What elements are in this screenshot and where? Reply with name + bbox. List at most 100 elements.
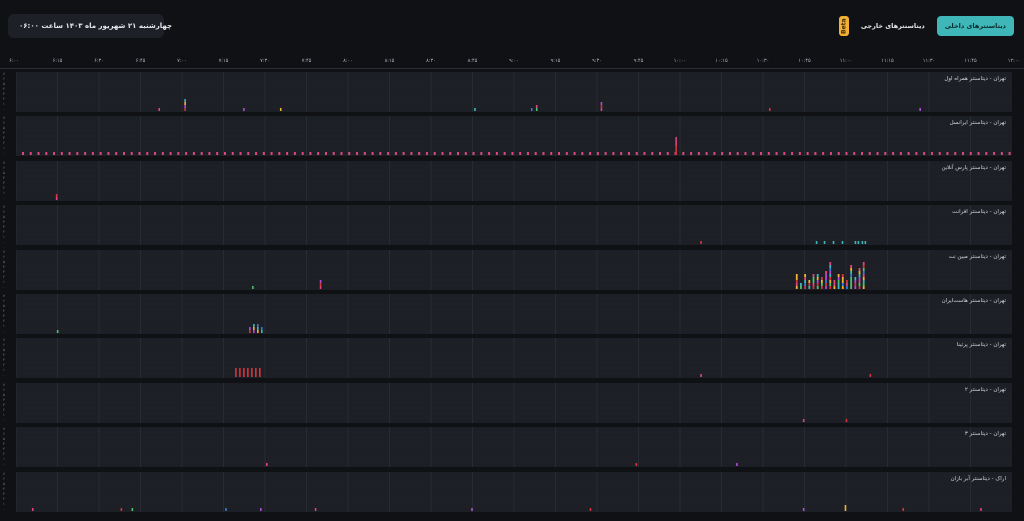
event-mark [348,152,351,156]
event-mark [869,374,872,378]
y-axis-label: ۱ [3,412,5,417]
y-axis-label: ۶ [3,476,5,481]
y-axis-label: ۷ [3,116,5,121]
event-mark [829,279,832,283]
datacenter-row: تهران - دیتاسنتر ۲ [16,382,1012,423]
event-mark [862,267,865,271]
y-axis: ۷۶۵۴۳۲۱۰ [3,161,11,201]
event-mark [846,282,848,286]
event-mark [184,102,186,105]
event-mark [864,241,867,245]
event-mark [480,152,483,156]
event-mark [270,152,273,156]
time-tick-label: ۹:۴۵ [633,58,644,64]
event-mark [846,285,848,289]
event-mark [850,279,853,283]
date-picker[interactable]: چهارشنبه ۲۱ شهریور ماه ۱۴۰۳ ساعت ۰۶:۰۰ [8,14,172,38]
event-mark [441,152,444,156]
event-mark [795,279,798,283]
y-axis-label: ۶ [3,432,5,437]
event-mark [804,276,807,280]
event-mark [833,279,836,283]
event-mark [854,282,857,286]
y-axis-label: ۲ [3,363,5,368]
y-axis-label: ۴ [3,486,5,491]
event-mark [565,152,568,156]
event-mark [798,152,801,156]
event-mark [53,152,56,156]
event-mark [433,152,436,156]
event-mark [868,152,871,156]
y-axis: ۷۶۵۴۳۲۱۰ [3,472,11,512]
event-mark [854,276,857,280]
event-mark [243,374,245,378]
y-axis-label: ۴ [3,87,5,91]
datacenter-row: تهران - دیتاسنتر ۳ [16,427,1012,468]
event-mark [84,152,87,156]
event-mark [884,152,887,156]
event-mark [923,152,926,156]
event-mark [823,241,826,245]
event-mark [251,371,253,375]
event-mark [841,282,844,286]
event-mark [394,152,397,156]
time-tick-label: ۶:۴۵ [135,58,146,64]
event-mark [858,279,861,283]
event-mark [301,152,304,156]
tab-domestic-datacenters[interactable]: دیتاسنترهای داخلی [936,16,1014,36]
y-axis: ۷۶۵۴۳۲۱۰ [3,72,11,112]
event-mark [977,152,980,156]
event-mark [332,152,335,156]
event-mark [858,282,861,286]
date-text: چهارشنبه ۲۱ شهریور ماه ۱۴۰۳ ساعت ۰۶:۰۰ [19,22,173,30]
y-axis-label: ۱ [3,324,5,328]
time-tick-label: ۹:۰۰ [509,58,519,64]
y-axis-label: ۵ [3,259,5,264]
event-mark [600,102,603,105]
event-mark [643,152,646,156]
event-mark [862,282,865,286]
time-tick-label: ۹:۳۰ [592,58,602,64]
event-mark [841,273,844,277]
event-mark [721,152,724,156]
y-axis-label: ۶ [3,343,5,348]
y-axis-label: ۰ [3,107,5,111]
event-mark [816,276,819,280]
y-axis-label: ۴ [3,309,5,313]
y-axis-label: ۳ [3,92,5,96]
event-mark [76,152,79,156]
event-mark [278,152,281,156]
event-mark [68,152,71,156]
y-axis-label: ۵ [3,215,5,220]
event-mark [55,196,58,200]
y-axis-label: ۷ [3,427,5,432]
y-axis-label: ۲ [3,274,5,279]
y-axis-label: ۱ [3,190,5,195]
event-mark [1008,152,1011,156]
y-axis: ۷۶۵۴۳۲۱۰ [3,383,11,423]
y-axis: ۷۶۵۴۳۲۱۰ [3,250,11,290]
event-mark [837,276,840,280]
datacenter-name: تهران - دیتاسنتر مبین نت [948,253,1006,260]
event-mark [907,152,910,156]
y-axis-label: ۲ [3,319,5,323]
y-axis-label: ۱ [3,368,5,373]
event-mark [247,152,250,156]
event-mark [600,105,603,108]
tab-foreign-datacenters[interactable]: دیتاسنترهای خارجی [853,16,933,36]
event-mark [930,152,933,156]
y-axis-label: ۳ [3,447,5,452]
event-mark [225,507,227,511]
datacenter-name: تهران - دیتاسنتر همراه اول [944,76,1006,82]
event-mark [850,282,853,286]
event-mark [319,285,322,289]
datacenter-chart [16,382,1012,423]
event-mark [862,270,865,274]
event-mark [850,273,853,277]
event-mark [319,282,322,286]
event-mark [239,368,241,372]
event-mark [503,152,506,156]
event-mark [115,152,118,156]
datacenter-chart [16,160,1012,201]
y-axis-label: ۰ [3,240,5,245]
